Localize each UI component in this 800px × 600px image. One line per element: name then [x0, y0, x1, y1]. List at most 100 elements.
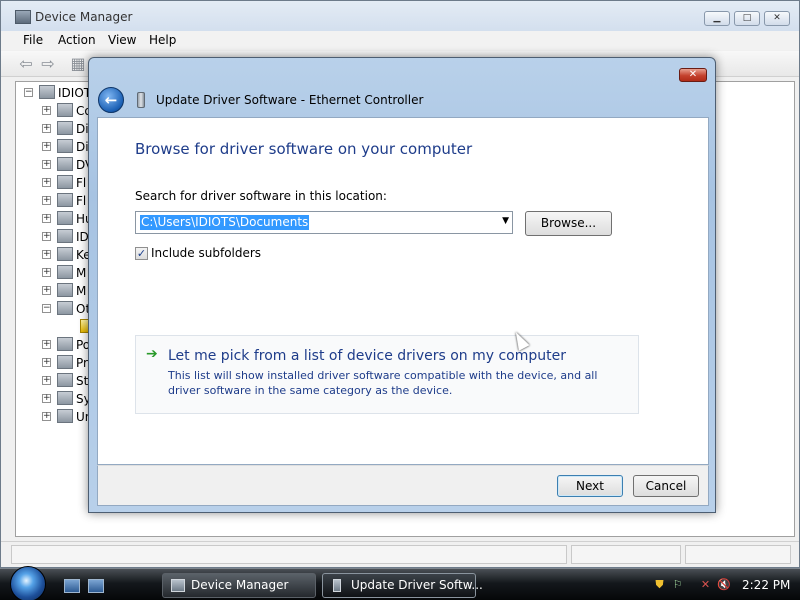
- menubar: File Action View Help: [1, 31, 799, 50]
- browse-button[interactable]: Browse...: [525, 211, 612, 236]
- device-category-icon: [57, 337, 73, 351]
- device-category-icon: [57, 211, 73, 225]
- device-manager-titlebar: Device Manager ▁ □ ✕: [1, 1, 799, 31]
- menu-file[interactable]: File: [23, 33, 43, 47]
- back-icon[interactable]: ⇦: [17, 56, 35, 72]
- device-icon: [137, 92, 145, 108]
- green-arrow-icon: ➔: [146, 346, 158, 362]
- status-pane: [685, 545, 791, 564]
- dropdown-arrow-icon[interactable]: ▼: [502, 216, 509, 226]
- menu-view[interactable]: View: [108, 33, 136, 47]
- switch-windows-icon[interactable]: [88, 579, 104, 593]
- forward-icon[interactable]: ⇨: [39, 56, 57, 72]
- close-icon[interactable]: ✕: [679, 68, 707, 82]
- tree-item-label: Di: [76, 140, 89, 154]
- menu-help[interactable]: Help: [149, 33, 176, 47]
- other-devices-icon: [57, 301, 73, 315]
- device-category-icon: [57, 103, 73, 117]
- taskbar-device-manager[interactable]: Device Manager: [162, 573, 316, 598]
- dialog-body: Browse for driver software on your compu…: [97, 117, 709, 465]
- collapse-icon[interactable]: −: [42, 304, 51, 313]
- tree-item-label: Pr: [76, 356, 88, 370]
- include-subfolders-label[interactable]: Include subfolders: [151, 246, 261, 260]
- mouse-icon: [57, 265, 73, 279]
- expand-icon[interactable]: +: [42, 268, 51, 277]
- dialog-title: Update Driver Software - Ethernet Contro…: [156, 93, 424, 107]
- usb-icon: [57, 409, 73, 423]
- expand-icon[interactable]: +: [42, 412, 51, 421]
- expand-icon[interactable]: +: [42, 232, 51, 241]
- view-icon[interactable]: ▦: [69, 56, 87, 72]
- dialog-heading: Browse for driver software on your compu…: [135, 140, 473, 158]
- show-desktop-icon[interactable]: [64, 579, 80, 593]
- status-pane: [571, 545, 681, 564]
- expand-icon[interactable]: +: [42, 196, 51, 205]
- search-location-label: Search for driver software in this locat…: [135, 189, 387, 203]
- next-button[interactable]: Next: [557, 475, 623, 497]
- device-category-icon: [57, 157, 73, 171]
- tree-item-label: Fl: [76, 176, 87, 190]
- expand-icon[interactable]: +: [42, 178, 51, 187]
- network-disconnected-icon[interactable]: ✕: [699, 578, 712, 591]
- tree-item-label: St: [76, 374, 89, 388]
- computer-icon: [39, 85, 55, 99]
- storage-icon: [57, 373, 73, 387]
- pick-from-list-title[interactable]: Let me pick from a list of device driver…: [168, 348, 566, 364]
- minimize-button[interactable]: ▁: [704, 11, 730, 26]
- network-icon[interactable]: ⚐: [671, 578, 684, 591]
- device-category-icon: [57, 121, 73, 135]
- driver-path-combobox[interactable]: C:\Users\IDIOTS\Documents ▼: [135, 211, 513, 234]
- expand-icon[interactable]: +: [42, 106, 51, 115]
- pick-from-list-description: This list will show installed driver sof…: [168, 369, 598, 397]
- status-pane: [11, 545, 567, 564]
- driver-path-value[interactable]: C:\Users\IDIOTS\Documents: [140, 215, 310, 230]
- update-driver-dialog: ✕ ← Update Driver Software - Ethernet Co…: [88, 57, 716, 513]
- tree-item-label: Fl: [76, 194, 87, 208]
- expand-icon[interactable]: +: [42, 250, 51, 259]
- clock[interactable]: 2:22 PM: [742, 578, 790, 592]
- expand-icon[interactable]: +: [42, 124, 51, 133]
- processor-icon: [57, 355, 73, 369]
- close-button[interactable]: ✕: [764, 11, 790, 26]
- back-arrow-icon[interactable]: ←: [98, 87, 124, 113]
- device-icon: [333, 579, 341, 592]
- taskbar: Device Manager Update Driver Softw... ⛊ …: [0, 566, 800, 600]
- task-label: Device Manager: [191, 578, 289, 592]
- expand-icon[interactable]: +: [42, 376, 51, 385]
- collapse-icon[interactable]: −: [24, 88, 33, 97]
- expand-icon[interactable]: +: [42, 160, 51, 169]
- menu-action[interactable]: Action: [58, 33, 96, 47]
- system-icon: [57, 391, 73, 405]
- maximize-button[interactable]: □: [734, 11, 760, 26]
- taskbar-update-driver[interactable]: Update Driver Softw...: [322, 573, 483, 598]
- expand-icon[interactable]: +: [42, 358, 51, 367]
- include-subfolders-checkbox[interactable]: ✓: [135, 247, 148, 260]
- pick-from-list-option[interactable]: ➔ Let me pick from a list of device driv…: [135, 335, 639, 414]
- statusbar: [1, 541, 799, 567]
- windows-start-orb-icon[interactable]: [10, 566, 46, 600]
- expand-icon[interactable]: +: [42, 340, 51, 349]
- device-manager-title: Device Manager: [35, 10, 133, 24]
- device-category-icon: [57, 229, 73, 243]
- tree-item-label: M: [76, 284, 87, 298]
- volume-muted-icon[interactable]: 🔇: [717, 578, 731, 591]
- dialog-footer: Next Cancel: [97, 465, 709, 506]
- expand-icon[interactable]: +: [42, 286, 51, 295]
- security-shield-icon[interactable]: ⛊: [653, 578, 666, 591]
- expand-icon[interactable]: +: [42, 394, 51, 403]
- tree-item-label: Di: [76, 122, 89, 136]
- device-category-icon: [57, 193, 73, 207]
- monitor-icon: [57, 283, 73, 297]
- device-category-icon: [57, 247, 73, 261]
- device-manager-icon: [171, 579, 185, 592]
- tree-item-label: ID: [76, 230, 89, 244]
- task-label: Update Driver Softw...: [351, 578, 483, 592]
- expand-icon[interactable]: +: [42, 214, 51, 223]
- expand-icon[interactable]: +: [42, 142, 51, 151]
- cancel-button[interactable]: Cancel: [633, 475, 699, 497]
- device-manager-icon: [15, 10, 31, 24]
- tree-item-label: M: [76, 266, 87, 280]
- device-category-icon: [57, 139, 73, 153]
- system-tray: ⛊ ⚐ ✕ 🔇 2:22 PM: [646, 569, 800, 600]
- tree-root-label: IDIOT: [58, 86, 92, 100]
